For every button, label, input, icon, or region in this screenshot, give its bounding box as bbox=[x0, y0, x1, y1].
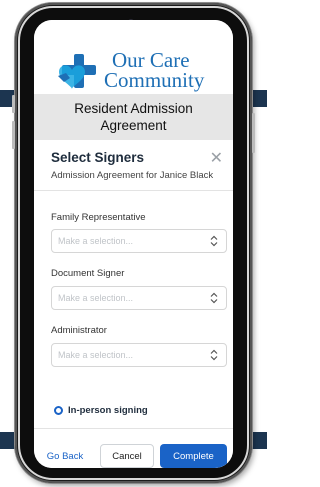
phone-side-button bbox=[252, 113, 255, 153]
page-title-line-2: Agreement bbox=[100, 118, 167, 133]
close-icon[interactable]: ✕ bbox=[210, 148, 223, 168]
complete-button[interactable]: Complete bbox=[160, 444, 227, 468]
select-placeholder: Make a selection... bbox=[58, 236, 134, 246]
page-title: Resident Admission Agreement bbox=[34, 94, 233, 140]
phone-side-button bbox=[12, 95, 15, 113]
in-person-signing-label: In-person signing bbox=[68, 405, 148, 416]
cancel-button[interactable]: Cancel bbox=[100, 444, 154, 468]
chevron-up-down-icon bbox=[210, 292, 218, 304]
administrator-label: Administrator bbox=[51, 325, 107, 336]
modal-title: Select Signers bbox=[51, 150, 145, 165]
select-placeholder: Make a selection... bbox=[58, 293, 134, 303]
family-representative-select[interactable]: Make a selection... bbox=[51, 229, 227, 253]
modal-subtitle: Admission Agreement for Janice Black bbox=[51, 170, 214, 181]
cross-heart-logo-icon bbox=[58, 54, 96, 89]
divider bbox=[34, 428, 233, 429]
phone-screen: Our Care Community Resident Admission Ag… bbox=[34, 20, 233, 468]
go-back-button[interactable]: Go Back bbox=[44, 444, 86, 468]
divider bbox=[34, 190, 233, 191]
app-header: Our Care Community bbox=[34, 20, 233, 95]
chevron-up-down-icon bbox=[210, 349, 218, 361]
document-signer-select[interactable]: Make a selection... bbox=[51, 286, 227, 310]
chevron-up-down-icon bbox=[210, 235, 218, 247]
family-representative-label: Family Representative bbox=[51, 212, 146, 223]
document-signer-label: Document Signer bbox=[51, 268, 125, 279]
brand-line-2: Community bbox=[104, 68, 205, 92]
brand-logo-text: Our Care Community bbox=[104, 50, 204, 91]
select-signers-modal: Select Signers ✕ Admission Agreement for… bbox=[34, 140, 233, 468]
select-placeholder: Make a selection... bbox=[58, 350, 134, 360]
page-title-line-1: Resident Admission bbox=[74, 101, 193, 116]
administrator-select[interactable]: Make a selection... bbox=[51, 343, 227, 367]
radio-button[interactable] bbox=[54, 406, 63, 415]
phone-side-button bbox=[12, 121, 15, 149]
